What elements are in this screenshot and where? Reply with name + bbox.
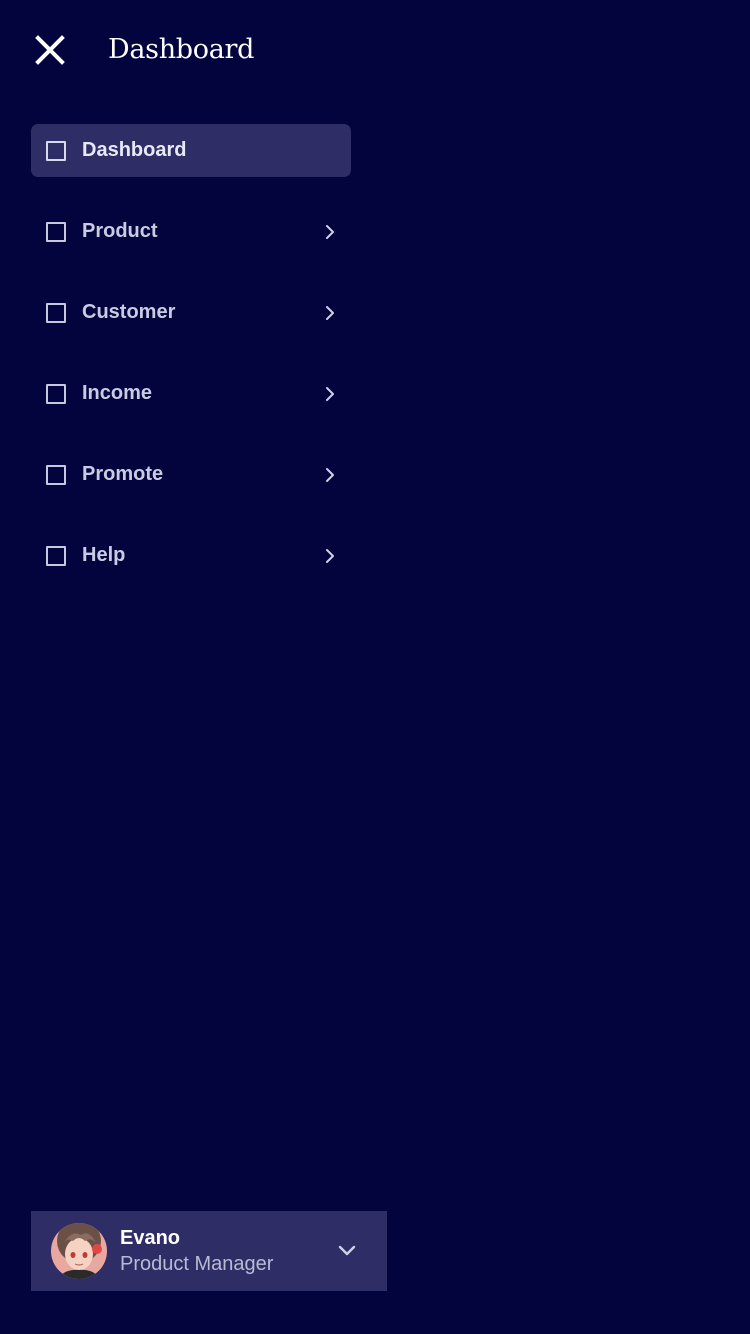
sidebar-item-label: Help [82, 544, 126, 566]
square-icon [46, 465, 66, 485]
close-icon [35, 35, 65, 65]
close-button[interactable] [30, 30, 70, 70]
sidebar-item-promote[interactable]: Promote [31, 448, 351, 501]
sidebar-item-label: Income [82, 382, 153, 404]
sidebar-item-product[interactable]: Product [31, 205, 351, 258]
user-name: Evano [120, 1227, 181, 1249]
page-title: Dashboard [108, 34, 255, 65]
sidebar-item-customer[interactable]: Customer [31, 286, 351, 339]
sidebar-item-label: Customer [82, 301, 176, 323]
chevron-down-icon[interactable] [336, 1241, 358, 1261]
sidebar-item-label: Product [82, 220, 158, 242]
chevron-right-icon [322, 224, 338, 240]
chevron-right-icon [322, 305, 338, 321]
header: Dashboard [0, 0, 750, 100]
chevron-right-icon [322, 548, 338, 564]
square-icon [46, 222, 66, 242]
user-profile-card[interactable]: Evano Product Manager [31, 1211, 387, 1291]
sidebar-item-dashboard[interactable]: Dashboard [31, 124, 351, 177]
avatar [51, 1223, 107, 1279]
sidebar-item-label: Promote [82, 463, 164, 485]
square-icon [46, 303, 66, 323]
sidebar-nav: Dashboard Product Customer Income Promot… [31, 124, 351, 582]
chevron-right-icon [322, 386, 338, 402]
square-icon [46, 546, 66, 566]
sidebar-item-income[interactable]: Income [31, 367, 351, 420]
chevron-right-icon [322, 467, 338, 483]
sidebar-item-help[interactable]: Help [31, 529, 351, 582]
square-icon [46, 384, 66, 404]
square-icon [46, 141, 66, 161]
user-role: Product Manager [120, 1253, 274, 1275]
sidebar-item-label: Dashboard [82, 139, 187, 161]
